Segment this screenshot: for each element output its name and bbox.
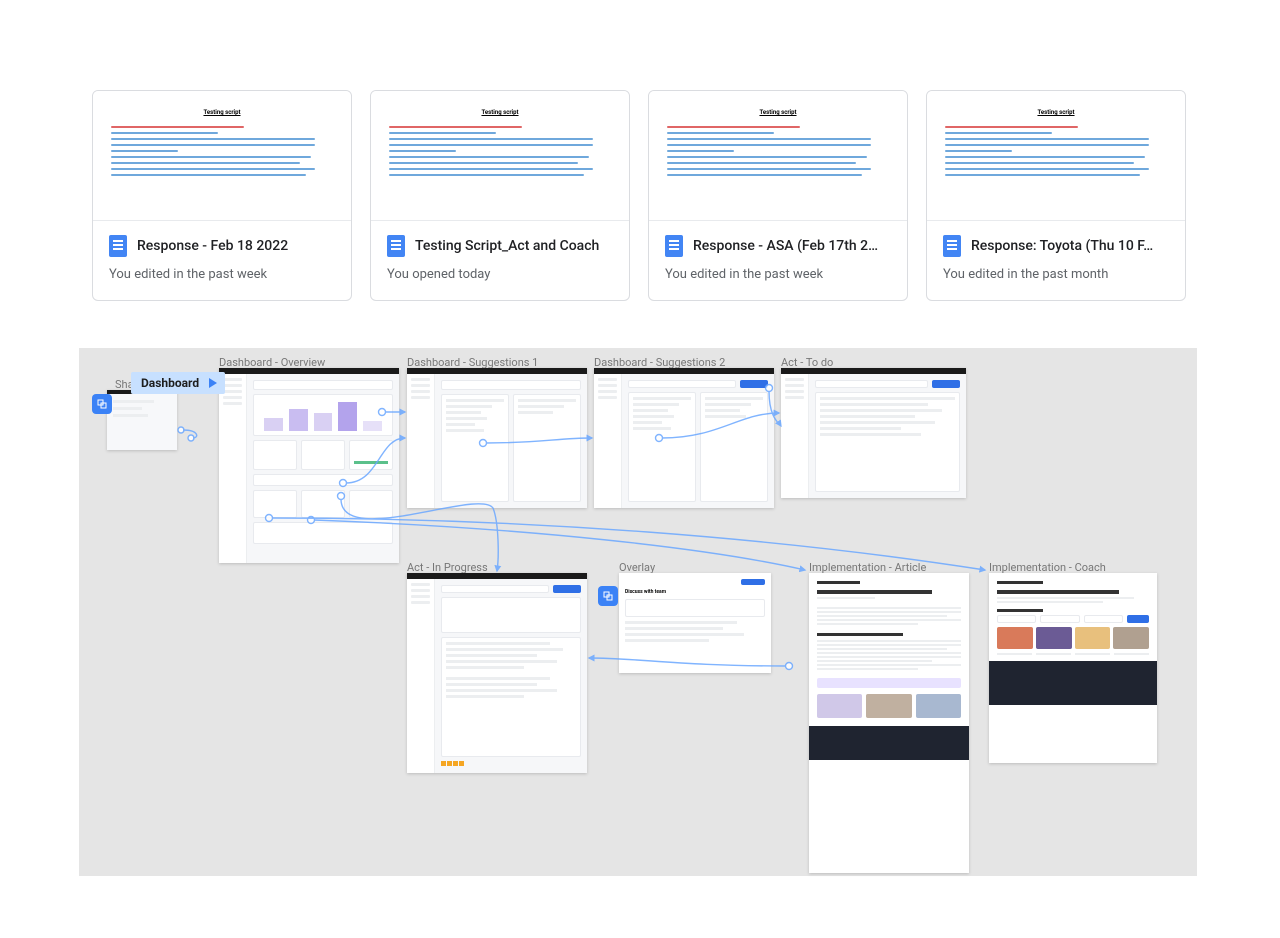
mock-act-todo[interactable] [781,368,966,498]
mock-dashboard-sug2[interactable] [594,368,774,508]
dashboard-pill[interactable]: Dashboard [131,372,225,394]
google-docs-icon [387,235,405,257]
mock-share[interactable] [107,390,177,450]
mock-act-inprogress[interactable] [407,573,587,773]
doc-subtitle: You edited in the past month [943,267,1169,282]
doc-thumbnail: Testing script [93,91,351,221]
doc-thumbnail: Testing script [927,91,1185,221]
doc-subtitle: You edited in the past week [109,267,335,282]
doc-title: Response - ASA (Feb 17th 2… [693,238,878,254]
doc-card[interactable]: Testing script Response - Feb 18 2022 Yo… [92,90,352,301]
thumb-heading: Testing script [945,109,1167,116]
doc-subtitle: You edited in the past week [665,267,891,282]
layers-icon[interactable] [598,586,618,606]
doc-card[interactable]: Testing script Response: Toyota (Thu 10 … [926,90,1186,301]
mock-dashboard-overview[interactable] [219,368,399,563]
recent-docs-row: Testing script Response - Feb 18 2022 Yo… [92,90,1186,301]
doc-thumbnail: Testing script [649,91,907,221]
mock-dashboard-sug1[interactable] [407,368,587,508]
mock-impl-coach[interactable] [989,573,1157,763]
doc-title: Testing Script_Act and Coach [415,238,599,254]
doc-subtitle: You opened today [387,267,613,282]
thumb-heading: Testing script [111,109,333,116]
google-docs-icon [665,235,683,257]
overlay-title: Discuss with team [625,589,765,595]
doc-title: Response: Toyota (Thu 10 F… [971,238,1153,254]
google-docs-icon [109,235,127,257]
doc-title: Response - Feb 18 2022 [137,238,288,254]
mock-impl-article[interactable] [809,573,969,873]
thumb-heading: Testing script [389,109,611,116]
google-docs-icon [943,235,961,257]
thumb-heading: Testing script [667,109,889,116]
doc-card[interactable]: Testing script Response - ASA (Feb 17th … [648,90,908,301]
mock-overlay[interactable]: Discuss with team [619,573,771,673]
layers-icon[interactable] [92,394,112,414]
doc-card[interactable]: Testing script Testing Script_Act and Co… [370,90,630,301]
doc-thumbnail: Testing script [371,91,629,221]
prototype-canvas[interactable]: Sha Dashboard Dashboard - Overview [79,348,1197,876]
